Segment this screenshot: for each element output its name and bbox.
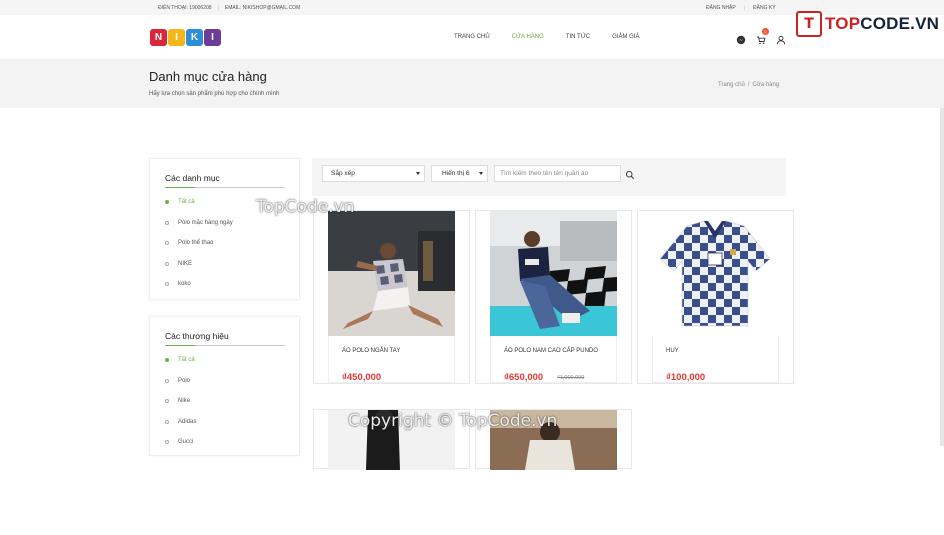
product-card[interactable]: ÁO POLO NAM CAO CẤP PUNDO ₫650,000 ₫1,00… [475, 210, 632, 384]
nav-home[interactable]: TRANG CHỦ [454, 34, 490, 40]
radio-dot-icon [165, 261, 169, 266]
product-card[interactable] [475, 409, 632, 470]
logo-letter: N [150, 29, 167, 46]
radio-dot-icon [165, 378, 169, 383]
category-label: Polo mặc hàng ngày [178, 219, 233, 226]
brand-label: Gucci [178, 439, 194, 446]
product-info: ÁO POLO NAM CAO CẤP PUNDO ₫650,000 ₫1,00… [490, 336, 617, 383]
product-card[interactable]: ÁO POLO NGẮN TAY ₫450,000 [313, 210, 470, 384]
search-icon[interactable] [625, 167, 635, 180]
radio-dot-icon [165, 200, 169, 204]
category-title: Các danh mục [165, 173, 220, 183]
category-label: koko [178, 281, 191, 288]
radio-dot-icon [165, 241, 169, 246]
login-link[interactable]: ĐĂNG NHẬP [706, 5, 736, 11]
page-subtitle: Hãy lựa chọn sản phẩm phù hợp cho chính … [149, 91, 280, 97]
chevron-down-icon [479, 172, 483, 175]
product-info: HUY ₫100,000 [652, 336, 779, 383]
category-label: NIKE [178, 260, 193, 267]
logo-letter: I [168, 29, 185, 46]
breadcrumb-current: Cửa hàng [752, 82, 780, 88]
brand-label: Adidas [178, 418, 197, 425]
product-image[interactable] [490, 410, 617, 535]
breadcrumb: Trang chủ / Cửa hàng [718, 82, 780, 88]
product-toolbar: Sắp xếp Hiển thị 6 [312, 158, 786, 196]
product-price: ₫450,000 [342, 372, 382, 383]
product-name[interactable]: HUY [666, 347, 776, 356]
product-image[interactable] [652, 211, 779, 336]
nav-news[interactable]: TIN TỨC [566, 34, 590, 40]
category-item[interactable]: koko [165, 281, 233, 302]
sort-select[interactable]: Sắp xếp [322, 165, 425, 182]
nav-sale[interactable]: GIẢM GIÁ [612, 34, 639, 40]
brand-item[interactable]: Nike [165, 398, 196, 419]
product-image[interactable] [328, 211, 455, 336]
product-card[interactable]: HUY ₫100,000 [637, 210, 794, 384]
category-item[interactable]: Tất cả [165, 199, 233, 220]
cart-icon[interactable]: 0 [756, 28, 769, 45]
radio-dot-icon [165, 282, 169, 287]
product-old-price: ₫1,000,000 [557, 375, 585, 381]
brand-panel: Các thương hiệu Tất cả Polo Nike Adidas Gucc… [149, 316, 300, 456]
radio-dot-icon [165, 440, 169, 445]
category-list: Tất cả Polo mặc hàng ngày Polo thể thao NIK… [165, 199, 233, 302]
show-count-select[interactable]: Hiển thị 6 [431, 165, 488, 182]
category-item[interactable]: NIKE [165, 261, 233, 282]
radio-dot-icon [165, 220, 169, 225]
product-card[interactable] [313, 409, 470, 470]
chevron-down-icon [416, 172, 420, 175]
brand-item[interactable]: Adidas [165, 419, 196, 440]
niki-logo[interactable]: NIKI [150, 29, 221, 46]
email-info: EMAIL: NIKISHOP@GMAIL.COM [224, 5, 301, 11]
topcode-logo-mark: T [796, 11, 822, 37]
radio-dot-icon [165, 358, 169, 362]
brand-label: Nike [178, 398, 191, 405]
main-nav: TRANG CHỦ CỬA HÀNG TIN TỨC GIẢM GIÁ [454, 34, 640, 40]
brand-item[interactable]: Gucci [165, 439, 196, 460]
radio-dot-icon [165, 399, 169, 404]
topcode-watermark-logo: T TOPCODE.VN [796, 10, 939, 38]
brand-label: Polo [178, 377, 191, 384]
cart-count-badge: 0 [762, 28, 769, 35]
product-image[interactable] [490, 211, 617, 336]
brand-label: Tất cả [178, 357, 195, 363]
category-item[interactable]: Polo thể thao [165, 240, 233, 261]
messenger-icon[interactable] [736, 32, 746, 45]
product-info: ÁO POLO NGẮN TAY ₫450,000 [328, 336, 455, 383]
category-panel: Các danh mục Tất cả Polo mặc hàng ngày Pol… [149, 158, 300, 300]
category-label: Tất cả [178, 199, 195, 205]
brand-item[interactable]: Polo [165, 378, 196, 399]
product-name[interactable]: ÁO POLO NAM CAO CẤP PUNDO [504, 347, 614, 356]
category-item[interactable]: Polo mặc hàng ngày [165, 220, 233, 241]
phone-info: ĐIỆN THOẠI: 19006208 [158, 5, 212, 11]
register-link[interactable]: ĐĂNG KÝ [753, 5, 776, 11]
brand-title: Các thương hiệu [165, 331, 229, 341]
page-banner: Danh mục cửa hàng Hãy lựa chọn sản phẩm … [0, 60, 944, 108]
category-label: Polo thể thao [178, 240, 214, 247]
breadcrumb-home[interactable]: Trang chủ [718, 82, 745, 88]
product-price: ₫650,000 [504, 372, 544, 383]
brand-list: Tất cả Polo Nike Adidas Gucci [165, 357, 196, 460]
page-title: Danh mục cửa hàng [149, 69, 267, 84]
product-price: ₫100,000 [666, 372, 706, 383]
nav-shop[interactable]: CỬA HÀNG [512, 34, 544, 40]
brand-item[interactable]: Tất cả [165, 357, 196, 378]
radio-dot-icon [165, 419, 169, 424]
logo-letter: I [204, 29, 221, 46]
user-icon[interactable] [776, 32, 786, 45]
product-image[interactable] [328, 410, 455, 535]
logo-letter: K [186, 29, 203, 46]
search-input[interactable] [494, 165, 621, 182]
product-name[interactable]: ÁO POLO NGẮN TAY [342, 347, 452, 356]
